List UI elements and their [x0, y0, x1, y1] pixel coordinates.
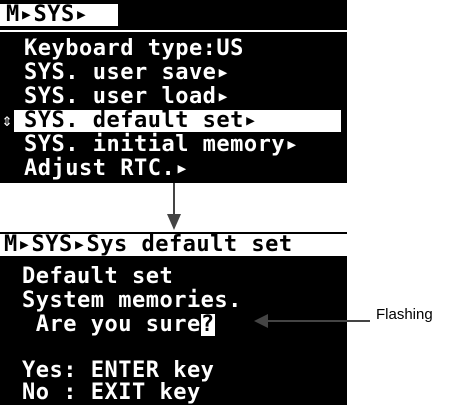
left-arrow-icon: [254, 314, 370, 328]
flashing-callout-label: Flashing: [376, 306, 433, 323]
annotation-arrows: [167, 183, 370, 328]
down-arrow-icon: [167, 183, 181, 230]
